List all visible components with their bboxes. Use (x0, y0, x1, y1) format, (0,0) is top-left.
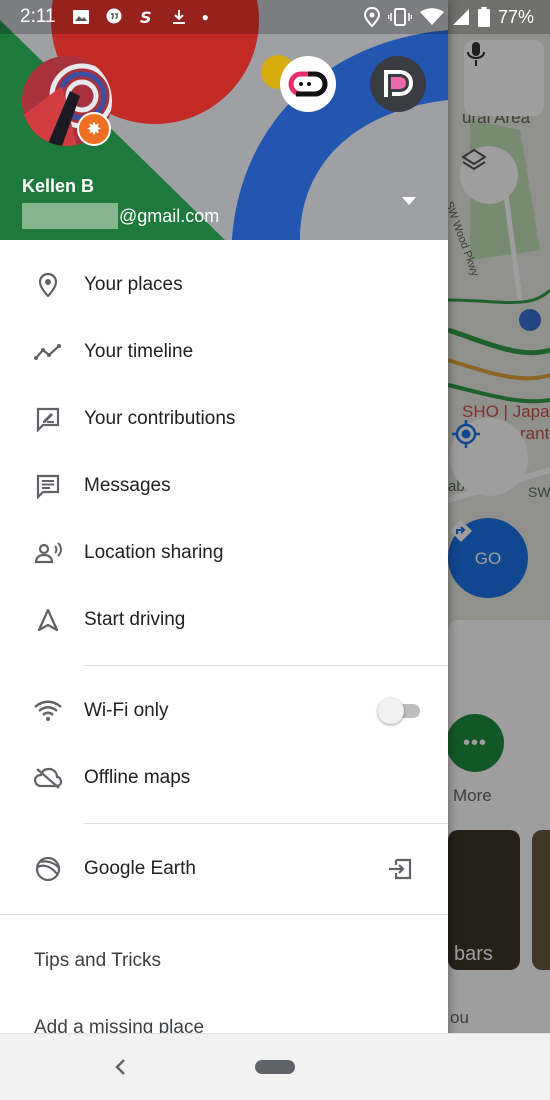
menu-label: Google Earth (84, 857, 196, 879)
menu-item-tips-and-tricks[interactable]: Tips and Tricks (0, 927, 448, 994)
drawer-menu: Your places Your timeline Your contribut… (0, 240, 448, 1061)
menu-label: Your places (84, 273, 183, 295)
account-header: ✸ Kellen B @gmail.com (0, 0, 448, 240)
dropdown-arrow-icon (402, 197, 416, 205)
menu-label: Start driving (84, 608, 186, 630)
navigation-arrow-icon (34, 606, 62, 634)
email-redacted (22, 203, 118, 229)
cell-signal-icon (452, 9, 469, 25)
offline-cloud-icon (34, 764, 62, 792)
menu-item-messages[interactable]: Messages (0, 452, 448, 519)
svg-text:S: S (140, 8, 152, 26)
vibrate-icon (387, 8, 412, 26)
menu-item-your-contributions[interactable]: Your contributions (0, 385, 448, 452)
sync-app-icon: S (140, 8, 152, 26)
hangouts-icon (106, 8, 122, 24)
menu-label: Offline maps (84, 766, 191, 788)
wifi-icon (34, 697, 62, 725)
account-name: Kellen B (22, 176, 95, 196)
menu-label: Your contributions (84, 407, 236, 429)
account-switcher-dropdown[interactable] (398, 192, 420, 210)
system-navigation-bar (0, 1033, 550, 1100)
timeline-icon (34, 338, 62, 366)
navigation-drawer: ✸ Kellen B @gmail.com Your places Your t… (0, 0, 448, 1100)
back-arrow-icon (115, 1059, 125, 1075)
open-external-icon[interactable] (386, 855, 414, 883)
google-earth-icon (34, 855, 62, 883)
menu-item-your-timeline[interactable]: Your timeline (0, 318, 448, 385)
menu-item-wifi-only[interactable]: Wi-Fi only (0, 677, 448, 744)
home-pill-button[interactable] (255, 1060, 295, 1074)
location-pin-icon (34, 271, 62, 299)
menu-item-location-sharing[interactable]: Location sharing (0, 519, 448, 586)
status-bar: 2:11 S ● 77% (0, 0, 550, 34)
menu-item-your-places[interactable]: Your places (0, 251, 448, 318)
switch-account-1-icon[interactable] (280, 56, 336, 112)
battery-icon (477, 7, 490, 27)
back-button[interactable] (108, 1054, 132, 1080)
message-icon (34, 472, 62, 500)
wifi-only-toggle[interactable] (378, 693, 422, 729)
battery-percentage: 77% (497, 6, 534, 27)
status-time: 2:11 (20, 6, 56, 27)
download-icon (172, 10, 185, 24)
location-status-icon (363, 7, 380, 27)
contributions-icon (34, 405, 62, 433)
menu-label: Location sharing (84, 541, 224, 563)
menu-item-offline-maps[interactable]: Offline maps (0, 744, 448, 811)
location-sharing-icon (34, 539, 62, 567)
local-guide-badge-icon: ✸ (77, 112, 111, 146)
menu-label: Your timeline (84, 340, 194, 362)
menu-label: Wi-Fi only (84, 699, 169, 721)
menu-item-google-earth[interactable]: Google Earth (0, 835, 448, 902)
wifi-status-icon (419, 8, 444, 25)
more-notifications-dot-icon: ● (201, 10, 209, 24)
menu-label: Messages (84, 474, 171, 496)
image-icon (72, 10, 89, 24)
switch-account-2-icon[interactable] (370, 56, 426, 112)
account-email: @gmail.com (22, 203, 219, 229)
account-email-domain: @gmail.com (119, 205, 220, 226)
menu-item-start-driving[interactable]: Start driving (0, 586, 448, 653)
